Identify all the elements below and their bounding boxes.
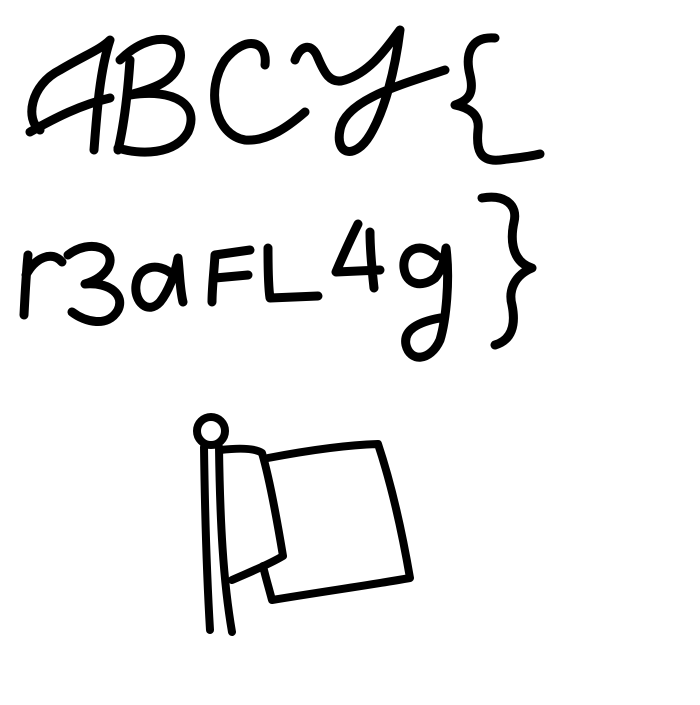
handwriting-line-1 <box>25 25 545 165</box>
drawing-canvas: ABCY{ r3dFL4g} <box>0 0 700 700</box>
glyph-d <box>131 253 188 312</box>
flag-pole <box>200 443 236 636</box>
glyph-F <box>207 245 255 307</box>
glyph-close-brace <box>477 192 537 350</box>
handwriting-line-2 <box>19 192 537 362</box>
glyph-r <box>19 250 67 320</box>
flag-pole-top <box>193 413 229 449</box>
flag-left-panel <box>216 444 287 584</box>
glyph-Y <box>290 25 450 156</box>
flag-right-panel <box>259 440 414 604</box>
glyph-4 <box>331 219 385 293</box>
glyph-A <box>27 35 115 155</box>
glyph-g <box>399 243 453 362</box>
flag-icon <box>193 413 414 636</box>
glyph-open-brace <box>450 33 545 165</box>
glyph-3 <box>63 241 125 326</box>
glyph-L <box>263 243 323 303</box>
sketch-svg <box>19 25 545 636</box>
